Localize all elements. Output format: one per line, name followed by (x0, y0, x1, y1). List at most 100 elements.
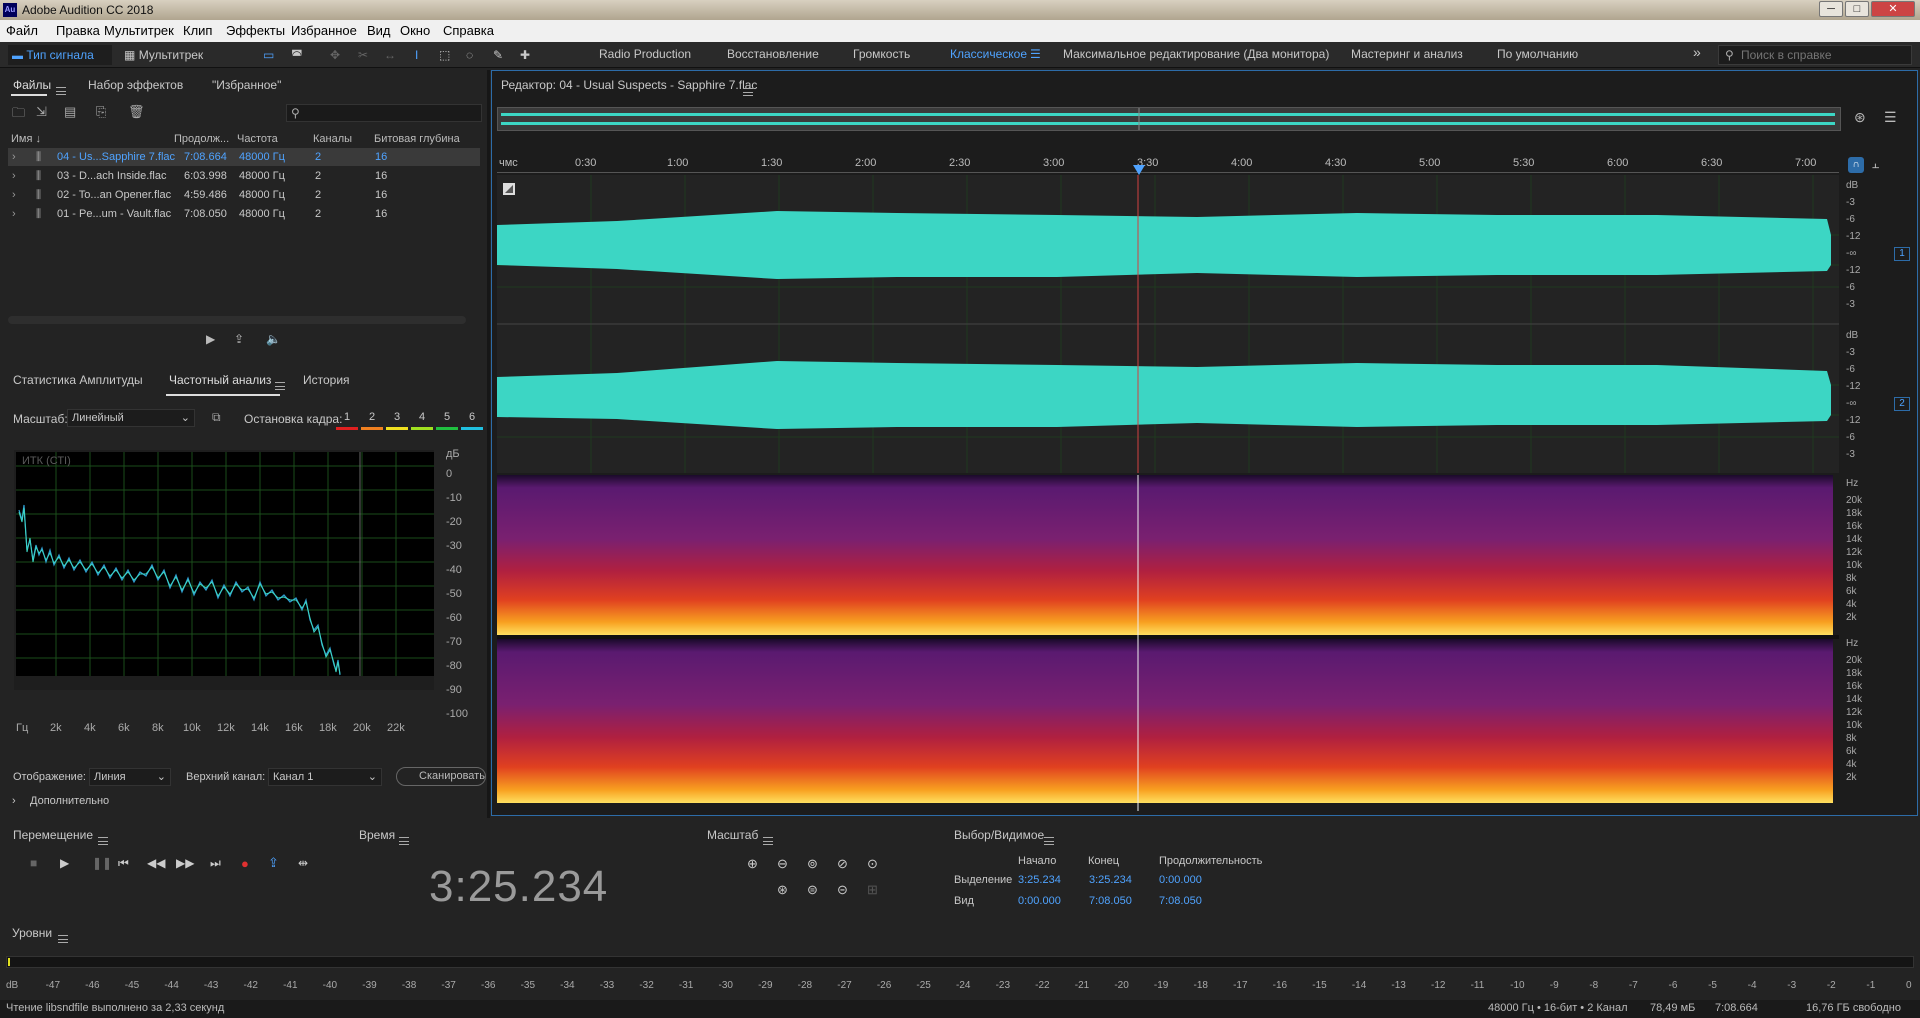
maximize-button[interactable]: □ (1845, 1, 1869, 17)
workspace-radio-production[interactable]: Radio Production (599, 47, 691, 61)
scan-button[interactable]: Сканировать (396, 767, 486, 786)
hold-button-2[interactable]: 2 (361, 408, 383, 430)
more-workspaces-button[interactable]: » (1693, 44, 1701, 60)
menu-view[interactable]: Вид (367, 23, 391, 38)
time-menu-icon[interactable] (399, 836, 409, 845)
hold-button-5[interactable]: 5 (436, 408, 458, 430)
preview-loop-icon[interactable]: ⇪ (234, 332, 244, 346)
preview-autoplay-icon[interactable]: 🔈 (266, 332, 281, 346)
time-selection-tool-icon[interactable]: I (415, 45, 418, 65)
pause-icon[interactable]: ❚❚ (92, 856, 112, 870)
zoom-in-time-icon[interactable]: ⊚ (807, 856, 818, 872)
zoom-selection-icon[interactable]: ⊛ (777, 882, 788, 898)
panel-divider[interactable] (487, 70, 490, 818)
zoom-in-point-icon[interactable]: ⊜ (807, 882, 818, 898)
snap-icon[interactable]: ∩ (1848, 157, 1864, 173)
selection-end-field[interactable]: 3:25.234 (1089, 874, 1132, 886)
view-start-field[interactable]: 0:00.000 (1018, 895, 1061, 907)
zoom-in-amplitude-icon[interactable]: ⊕ (747, 856, 758, 872)
playhead-handle[interactable] (1133, 165, 1145, 175)
tab-amplitude-stats[interactable]: Статистика Амплитуды (13, 373, 143, 387)
advanced-toggle[interactable]: Дополнительно (30, 795, 109, 807)
multitrack-mode-button[interactable]: ▦ Мультитрек (124, 45, 218, 65)
selection-start-field[interactable]: 3:25.234 (1018, 874, 1061, 886)
table-row[interactable]: › ⫼ 02 - To...an Opener.flac 4:59.486 48… (8, 186, 480, 204)
open-file-icon[interactable]: 🗀 (12, 104, 25, 126)
zoom-out-point-icon[interactable]: ⊝ (837, 882, 848, 898)
delete-icon[interactable]: 🗑 (128, 104, 145, 120)
close-button[interactable]: ✕ (1871, 1, 1915, 17)
advanced-chevron-icon[interactable]: › (12, 795, 16, 807)
view-duration-field[interactable]: 7:08.050 (1159, 895, 1202, 907)
help-search-input[interactable] (1741, 47, 1909, 63)
zoom-menu-icon[interactable] (763, 836, 773, 845)
view-end-field[interactable]: 7:08.050 (1089, 895, 1132, 907)
levels-menu-icon[interactable] (58, 934, 68, 943)
tab-effects-presets[interactable]: Набор эффектов (88, 78, 183, 92)
spectral-view-icon[interactable]: ◚ (291, 45, 303, 65)
expand-chevron-icon[interactable]: › (12, 167, 16, 185)
menu-clip[interactable]: Клип (183, 23, 212, 38)
help-search-box[interactable]: ⚲ (1718, 45, 1912, 65)
analysis-menu-icon[interactable] (275, 381, 285, 390)
loop-icon[interactable]: ⇪ (268, 855, 279, 871)
slip-tool-icon[interactable]: ↔ (384, 45, 396, 65)
selection-duration-field[interactable]: 0:00.000 (1159, 874, 1202, 886)
lasso-tool-icon[interactable]: ◌ (466, 45, 473, 65)
channel-2-badge[interactable]: 2 (1894, 397, 1910, 411)
col-bit-depth[interactable]: Битовая глубина (374, 130, 460, 148)
waveform-display[interactable] (497, 175, 1839, 473)
col-name[interactable]: Имя ↓ (11, 130, 41, 148)
spectral-display[interactable] (497, 475, 1839, 811)
timeline-ruler[interactable]: чмс 0:30 1:00 1:30 2:00 2:30 3:00 3:30 4… (497, 155, 1839, 173)
new-file-icon[interactable]: ▤ (64, 104, 76, 120)
zoom-fit-icon[interactable]: ⊛ (1854, 109, 1866, 126)
spot-healing-icon[interactable]: ✚ (520, 45, 530, 65)
skip-silence-icon[interactable]: ⇹ (298, 856, 308, 870)
col-channels[interactable]: Каналы (313, 130, 352, 148)
menu-edit[interactable]: Правка (56, 23, 100, 38)
menu-file[interactable]: Файл (6, 23, 38, 38)
hold-button-3[interactable]: 3 (386, 408, 408, 430)
menu-multitrack[interactable]: Мультитрек (104, 23, 174, 38)
horizontal-scrollbar[interactable] (8, 316, 466, 324)
record-icon[interactable]: ● (241, 856, 249, 871)
workspace-menu-icon[interactable]: ☰ (1030, 47, 1041, 61)
table-row[interactable]: › ⫼ 03 - D...ach Inside.flac 6:03.998 48… (8, 167, 480, 185)
insert-multitrack-icon[interactable]: ⎘ (96, 104, 106, 120)
zoom-reset-icon[interactable]: ⊞ (867, 882, 878, 898)
marquee-tool-icon[interactable]: ⬚ (439, 45, 450, 65)
stop-icon[interactable]: ■ (30, 856, 37, 870)
table-row[interactable]: › ⫼ 01 - Pe...um - Vault.flac 7:08.050 4… (8, 205, 480, 223)
spectral-toggle-icon[interactable]: ☰ (1884, 109, 1897, 126)
waveform-mode-button[interactable]: ▬ Тип сигнала (8, 45, 112, 65)
channel-1-badge[interactable]: 1 (1894, 247, 1910, 261)
move-tool-icon[interactable]: ✥ (330, 45, 340, 65)
channel-select[interactable]: Канал 1 ⌄ (268, 768, 382, 786)
display-select[interactable]: Линия ⌄ (89, 768, 171, 786)
tab-frequency-analysis[interactable]: Частотный анализ (169, 373, 271, 387)
expand-chevron-icon[interactable]: › (12, 205, 16, 223)
selection-menu-icon[interactable] (1044, 836, 1054, 845)
expand-chevron-icon[interactable]: › (12, 186, 16, 204)
go-end-icon[interactable]: ⏭ (210, 856, 221, 871)
menu-effects[interactable]: Эффекты (226, 23, 285, 38)
workspace-mastering[interactable]: Мастеринг и анализ (1351, 47, 1463, 61)
workspace-editing-dual[interactable]: Максимальное редактирование (Два монитор… (1063, 47, 1329, 61)
menu-favorites[interactable]: Избранное (291, 23, 357, 38)
brush-tool-icon[interactable]: ✎ (493, 45, 503, 65)
razor-tool-icon[interactable]: ✂ (358, 45, 368, 65)
zoom-out-time-icon[interactable]: ⊘ (837, 856, 848, 872)
hold-button-1[interactable]: 1 (336, 408, 358, 430)
hold-button-6[interactable]: 6 (461, 408, 483, 430)
tab-favorites[interactable]: "Избранное" (212, 78, 281, 92)
zoom-full-icon[interactable]: ⊙ (867, 856, 878, 872)
scale-select[interactable]: Линейный ⌄ (67, 409, 195, 427)
editor-menu-icon[interactable] (743, 87, 753, 96)
workspace-restoration[interactable]: Восстановление (727, 47, 819, 61)
transport-menu-icon[interactable] (98, 836, 108, 845)
preview-play-icon[interactable]: ▶ (206, 332, 215, 346)
workspace-loudness[interactable]: Громкость (853, 47, 910, 61)
zoom-out-amplitude-icon[interactable]: ⊖ (777, 856, 788, 872)
overview-bar[interactable] (497, 107, 1841, 131)
